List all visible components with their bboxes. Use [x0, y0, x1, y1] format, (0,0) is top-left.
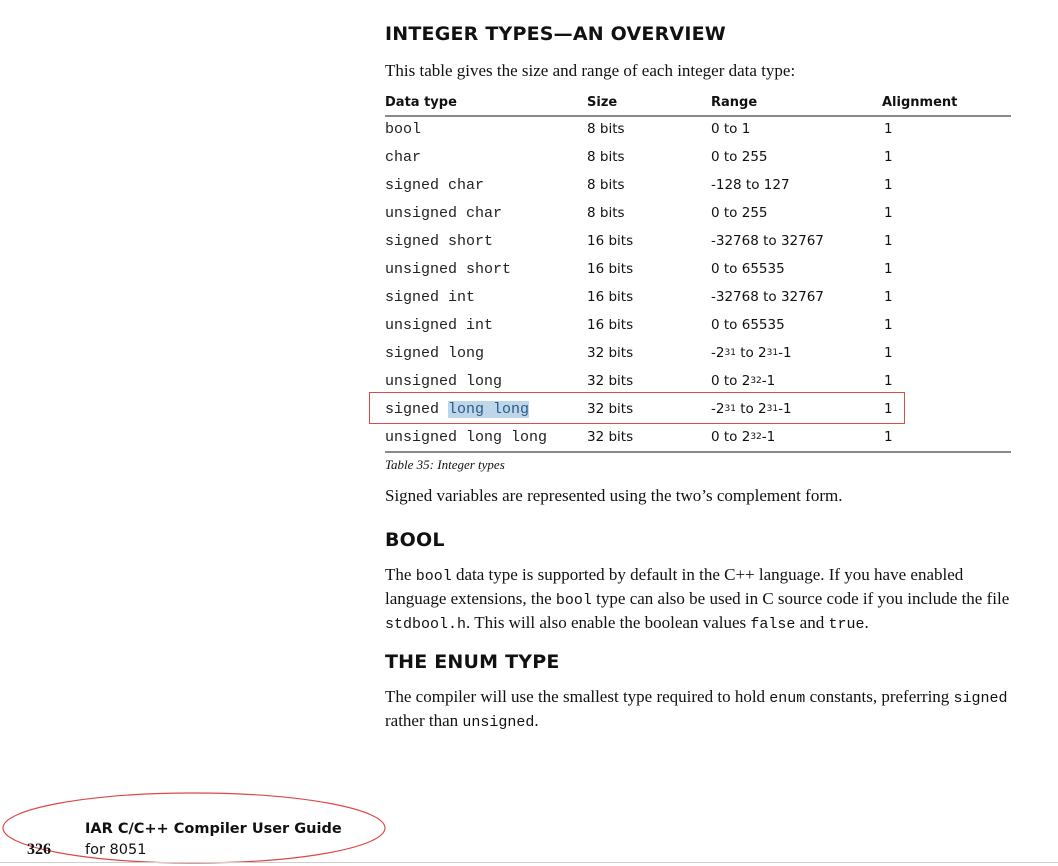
cell-type: signed char — [385, 177, 485, 194]
cell-range: 0 to 255 — [711, 205, 768, 221]
cell-size: 8 bits — [587, 177, 625, 193]
header-range: Range — [711, 95, 758, 110]
cell-type: signed short — [385, 233, 494, 250]
header-size: Size — [587, 95, 618, 110]
cell-range: -231 to 231-1 — [711, 345, 792, 361]
cell-range: 0 to 65535 — [711, 261, 785, 277]
enum-paragraph: The compiler will use the smallest type … — [385, 687, 1008, 731]
section-heading-enum: THE ENUM TYPE — [385, 651, 560, 673]
table-row: unsigned long 32 bits 0 to 232-1 1 — [385, 367, 1011, 395]
code-false: false — [750, 616, 796, 633]
cell-size: 32 bits — [587, 345, 634, 361]
cell-alignment: 1 — [884, 373, 893, 389]
intro-paragraph: This table gives the size and range of e… — [385, 61, 796, 80]
header-alignment: Alignment — [882, 95, 958, 110]
table-header-row: Data type Size Range Alignment — [385, 94, 1011, 116]
cell-range: -128 to 127 — [711, 177, 790, 193]
cell-alignment: 1 — [884, 121, 893, 137]
cell-type: char — [385, 149, 422, 166]
cell-type: signed int — [385, 289, 476, 306]
table-row: unsigned long long 32 bits 0 to 232-1 1 — [385, 423, 1011, 451]
cell-type: unsigned char — [385, 205, 503, 222]
cell-range: 0 to 255 — [711, 149, 768, 165]
cell-range: -32768 to 32767 — [711, 233, 824, 249]
table-row: bool 8 bits 0 to 1 1 — [385, 115, 1011, 143]
table-row: signed short 16 bits -32768 to 32767 1 — [385, 227, 1011, 255]
code-unsigned: unsigned — [462, 714, 535, 731]
integer-types-table: Data type Size Range Alignment bool 8 bi… — [385, 94, 1011, 453]
cell-alignment: 1 — [884, 317, 893, 333]
table-row: unsigned int 16 bits 0 to 65535 1 — [385, 311, 1011, 339]
cell-range: 0 to 65535 — [711, 317, 785, 333]
footer-subtitle: for 8051 — [85, 842, 147, 858]
code-bool: bool — [415, 568, 452, 585]
code-signed: signed — [953, 690, 1008, 707]
table-row: char 8 bits 0 to 255 1 — [385, 143, 1011, 171]
cell-size: 32 bits — [587, 373, 634, 389]
red-annotation-box — [369, 392, 905, 424]
code-enum: enum — [769, 690, 806, 707]
code-true: true — [828, 616, 865, 633]
table-caption: Table 35: Integer types — [385, 457, 505, 472]
page-bottom-edge — [0, 862, 1058, 863]
cell-size: 32 bits — [587, 429, 634, 445]
cell-range: 0 to 232-1 — [711, 429, 776, 445]
cell-size: 16 bits — [587, 317, 634, 333]
table-row: unsigned short 16 bits 0 to 65535 1 — [385, 255, 1011, 283]
cell-type: unsigned long long — [385, 429, 548, 446]
table-row: signed int 16 bits -32768 to 32767 1 — [385, 283, 1011, 311]
cell-size: 16 bits — [587, 289, 634, 305]
table-row: unsigned char 8 bits 0 to 255 1 — [385, 199, 1011, 227]
cell-alignment: 1 — [884, 149, 893, 165]
page-number: 326 — [27, 841, 51, 858]
bool-paragraph: The bool data type is supported by defau… — [385, 565, 1010, 633]
table-row: signed long 32 bits -231 to 231-1 1 — [385, 339, 1011, 367]
cell-alignment: 1 — [884, 177, 893, 193]
cell-range: 0 to 232-1 — [711, 373, 776, 389]
code-bool: bool — [555, 592, 592, 609]
cell-alignment: 1 — [884, 429, 893, 445]
header-data-type: Data type — [385, 95, 457, 110]
cell-type: signed long — [385, 345, 485, 362]
cell-alignment: 1 — [884, 261, 893, 277]
cell-size: 8 bits — [587, 149, 625, 165]
cell-range: 0 to 1 — [711, 121, 751, 137]
code-stdbool-h: stdbool.h — [385, 616, 467, 633]
cell-alignment: 1 — [884, 289, 893, 305]
cell-size: 16 bits — [587, 233, 634, 249]
cell-size: 8 bits — [587, 205, 625, 221]
cell-type: unsigned short — [385, 261, 512, 278]
cell-type: bool — [385, 121, 422, 138]
cell-type: unsigned long — [385, 373, 503, 390]
section-heading-integer-types: INTEGER TYPES—AN OVERVIEW — [385, 23, 726, 45]
table-bottom-rule — [385, 451, 1011, 453]
cell-range: -32768 to 32767 — [711, 289, 824, 305]
cell-alignment: 1 — [884, 345, 893, 361]
cell-type: unsigned int — [385, 317, 494, 334]
cell-size: 8 bits — [587, 121, 625, 137]
cell-size: 16 bits — [587, 261, 634, 277]
section-heading-bool: BOOL — [385, 529, 445, 551]
cell-alignment: 1 — [884, 233, 893, 249]
cell-alignment: 1 — [884, 205, 893, 221]
signed-variables-paragraph: Signed variables are represented using t… — [385, 486, 843, 505]
table-row: signed char 8 bits -128 to 127 1 — [385, 171, 1011, 199]
footer-title: IAR C/C++ Compiler User Guide — [85, 821, 342, 837]
